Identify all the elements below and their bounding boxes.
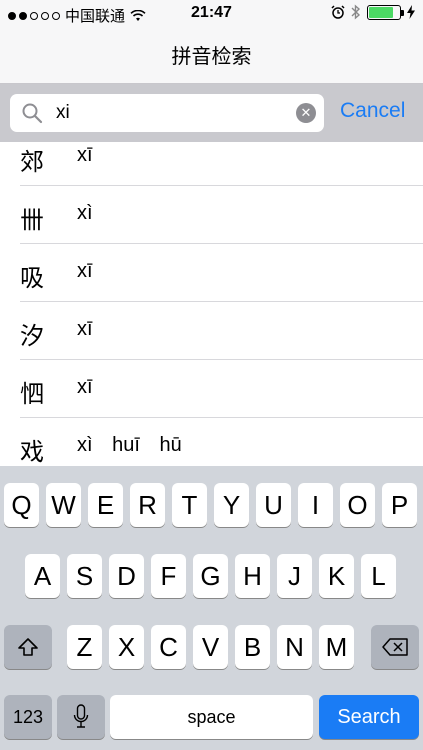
status-bar: 中国联通 21:47	[0, 0, 423, 28]
result-hanzi: 郊	[20, 148, 44, 176]
list-item[interactable]: 吸 xī	[0, 244, 423, 302]
list-item[interactable]: 郊 xī	[0, 142, 423, 186]
key-u[interactable]: U	[256, 483, 291, 527]
key-t[interactable]: T	[172, 483, 207, 527]
microphone-icon	[73, 704, 89, 728]
key-n[interactable]: N	[277, 625, 312, 669]
result-hanzi: 戏	[20, 438, 44, 466]
result-pinyin: xī	[77, 376, 93, 398]
space-key[interactable]: space	[110, 695, 313, 739]
key-o[interactable]: O	[340, 483, 375, 527]
list-item[interactable]: 戏 xì huī hū	[0, 418, 423, 466]
key-f[interactable]: F	[151, 554, 186, 598]
result-hanzi: 怬	[20, 380, 44, 408]
result-hanzi: 汐	[20, 322, 44, 350]
status-right	[331, 4, 415, 20]
shift-arrow-icon	[18, 638, 38, 656]
keyboard: Q W E R T Y U I O P A S D F G H J K L Z …	[0, 466, 423, 750]
key-i[interactable]: I	[298, 483, 333, 527]
key-a[interactable]: A	[25, 554, 60, 598]
alarm-icon	[331, 5, 345, 19]
search-query: xi	[56, 102, 70, 123]
key-s[interactable]: S	[67, 554, 102, 598]
result-pinyin: xī	[77, 260, 93, 282]
key-y[interactable]: Y	[214, 483, 249, 527]
key-z[interactable]: Z	[67, 625, 102, 669]
page-title: 拼音检索	[171, 44, 252, 68]
result-pinyin: xī	[77, 318, 93, 340]
key-k[interactable]: K	[319, 554, 354, 598]
result-pinyin: xì	[77, 202, 93, 224]
key-q[interactable]: Q	[4, 483, 39, 527]
navigation-bar: 中国联通 21:47 拼音检索	[0, 0, 423, 84]
delete-key[interactable]	[371, 625, 419, 669]
key-j[interactable]: J	[277, 554, 312, 598]
battery-icon	[367, 4, 404, 20]
search-input[interactable]: xi ✕	[10, 94, 324, 132]
list-item[interactable]: 汐 xī	[0, 302, 423, 360]
key-c[interactable]: C	[151, 625, 186, 669]
shift-key[interactable]	[4, 625, 52, 669]
key-b[interactable]: B	[235, 625, 270, 669]
backspace-icon	[382, 638, 408, 656]
search-key[interactable]: Search	[319, 695, 419, 739]
key-l[interactable]: L	[361, 554, 396, 598]
bluetooth-icon	[351, 4, 361, 20]
list-item[interactable]: 怬 xī	[0, 360, 423, 418]
search-bar: xi ✕ Cancel	[0, 84, 423, 142]
key-w[interactable]: W	[46, 483, 81, 527]
dictation-key[interactable]	[57, 695, 105, 739]
results-list: 郊 xī 卌 xì 吸 xī 汐 xī 怬 xī 戏 xì huī hū	[0, 142, 423, 466]
list-item[interactable]: 卌 xì	[0, 186, 423, 244]
key-m[interactable]: M	[319, 625, 354, 669]
key-p[interactable]: P	[382, 483, 417, 527]
result-pinyin: xī	[77, 144, 93, 166]
numbers-key[interactable]: 123	[4, 695, 52, 739]
clear-circle-icon[interactable]: ✕	[296, 103, 316, 123]
charging-icon	[407, 5, 415, 19]
key-x[interactable]: X	[109, 625, 144, 669]
result-hanzi: 吸	[20, 264, 44, 292]
key-v[interactable]: V	[193, 625, 228, 669]
magnifier-icon	[22, 103, 43, 124]
key-g[interactable]: G	[193, 554, 228, 598]
key-h[interactable]: H	[235, 554, 270, 598]
key-r[interactable]: R	[130, 483, 165, 527]
result-pinyin: xì huī hū	[77, 434, 182, 456]
key-d[interactable]: D	[109, 554, 144, 598]
result-hanzi: 卌	[20, 206, 44, 234]
key-e[interactable]: E	[88, 483, 123, 527]
cancel-button[interactable]: Cancel	[340, 99, 405, 123]
